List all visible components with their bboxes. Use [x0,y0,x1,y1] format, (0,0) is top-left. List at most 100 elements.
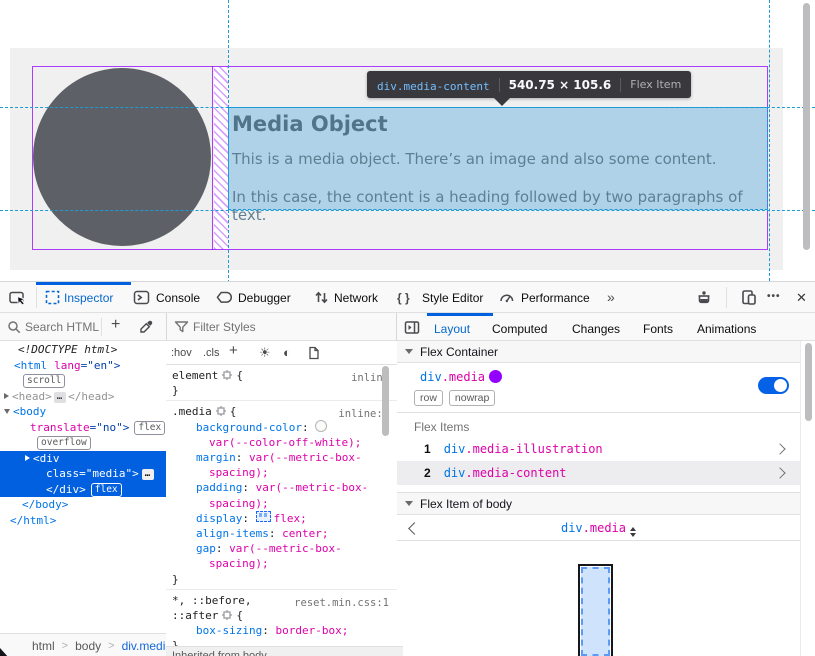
search-input[interactable]: Search HTML [25,320,99,334]
ellipsis-expander[interactable]: … [142,469,154,480]
tab-performance[interactable]: Performance [521,291,590,305]
rule-highlighter-icon[interactable] [222,370,232,380]
tooltip-divider [620,78,621,92]
twisty-icon[interactable] [4,393,9,399]
doctype-node[interactable]: <!DOCTYPE html> [0,342,166,358]
tab-layout[interactable]: Layout [434,322,470,336]
rules-scrollbar-thumb[interactable] [382,366,389,436]
network-icon [313,289,330,306]
light-theme-icon[interactable]: ☀ [259,345,271,361]
style-editor-icon: { } [397,291,410,305]
selected-div-media-node[interactable]: <div class="media">… </div>flex [0,451,166,498]
decl-margin[interactable]: marginvar(--metric-box-spacing); [172,450,389,480]
more-tools-chevron-icon[interactable]: » [607,289,615,305]
breadcrumb-body[interactable]: body [75,639,101,653]
decl-display[interactable]: displayflex; [172,511,389,526]
flex-badge[interactable]: flex [134,421,165,435]
tab-network[interactable]: Network [334,291,378,305]
tab-debugger[interactable]: Debugger [238,291,291,305]
print-media-icon[interactable] [307,346,320,360]
decl-box-sizing[interactable]: box-sizingborder-box; [172,623,389,638]
rule-source-link[interactable]: reset.min.css:1 [294,596,389,611]
sidebar-toggle-icon[interactable] [404,320,420,335]
rule-highlighter-icon[interactable] [216,406,226,416]
add-node-icon[interactable]: + [111,316,120,334]
breadcrumb-separator: > [62,640,68,652]
toolbar-separator [36,287,37,308]
decl-padding[interactable]: paddingvar(--metric-box-spacing); [172,480,389,510]
flex-toggle-icon[interactable] [256,511,271,522]
toggle-knob [774,379,787,392]
media-object-paragraph-1: This is a media object. There’s an image… [232,150,767,168]
overflow-badge[interactable]: overflow [37,436,91,450]
breadcrumb-div-media[interactable]: div.media [122,639,172,653]
filter-icon [174,320,189,334]
menu-icon[interactable]: ••• [767,291,781,302]
sidebar-scrollbar-thumb[interactable] [805,343,812,421]
tooltip-flex-item-label: Flex Item [630,78,681,91]
flex-container-selector[interactable]: div.media [420,370,485,384]
flex-item-diagram [578,564,613,656]
markup-search-row: Search HTML + [0,313,166,341]
class-toggle[interactable]: .cls [203,347,220,359]
decl-align-items[interactable]: align-itemscenter; [172,526,389,541]
scroll-badge[interactable]: scroll [23,374,65,388]
dark-theme-icon[interactable]: ◐ [283,345,291,360]
tab-changes[interactable]: Changes [572,322,620,336]
filter-styles-input[interactable]: Filter Styles [193,320,256,334]
active-sidebar-tab-indicator [427,313,493,316]
body-close-node[interactable]: </body> [0,497,166,513]
inherited-from-body-header: Inherited from body [166,646,403,656]
rules-toolbar: :hov .cls + ☀ ◐ [166,341,397,365]
flex-badge[interactable]: flex [91,483,122,497]
eyedropper-icon[interactable] [138,319,154,335]
tab-console[interactable]: Console [156,291,200,305]
node-picker-icon[interactable] [8,288,28,308]
css-rules-view: element{inline } .media{inline:5 backgro… [166,365,397,656]
tooltip-dimensions: 540.75 × 105.6 [509,78,612,92]
rule-highlighter-icon[interactable] [222,610,232,620]
browser-toolbox-icon[interactable] [694,288,714,308]
flex-container-section-header[interactable]: Flex Container [397,340,800,363]
tab-animations[interactable]: Animations [697,322,756,336]
devtools-toolbar: Inspector Console Debugger Network { } S… [0,282,815,313]
cursor-artifact [0,648,9,656]
add-rule-icon[interactable]: + [229,342,238,359]
body-attrs-row[interactable]: translate="no">flex [0,420,166,436]
tab-style-editor[interactable]: Style Editor [422,291,483,305]
decl-gap[interactable]: gapvar(--metric-box-spacing); [172,541,389,571]
responsive-design-icon[interactable] [739,288,759,308]
pseudo-class-toggle[interactable]: :hov [171,347,192,359]
close-icon[interactable]: ✕ [796,290,807,306]
css-rule-element[interactable]: element{inline } [166,365,397,401]
tab-fonts[interactable]: Fonts [643,322,673,336]
color-swatch[interactable] [315,420,327,432]
css-rule-media[interactable]: .media{inline:5 background-colorvar(--co… [166,401,397,589]
flex-item-of-body-section-header[interactable]: Flex Item of body [397,492,800,515]
tab-computed[interactable]: Computed [492,322,547,336]
flex-highlight-toggle[interactable] [758,377,789,394]
breadcrumb-html[interactable]: html [32,639,55,653]
overflow-badge-row: overflow [0,435,166,451]
filter-styles-row: Filter Styles [166,313,397,341]
tab-inspector[interactable]: Inspector [64,291,113,305]
twisty-icon[interactable] [25,455,30,461]
flex-item-row-1[interactable]: 1 div.media-illustration [397,437,800,461]
flex-item-row-2[interactable]: 2 div.media-content [397,461,800,485]
flex-item-selector[interactable]: div.media [397,521,800,537]
flex-items-label: Flex Items [414,420,469,434]
scroll-badge-row: scroll [0,373,166,389]
ellipsis-expander[interactable]: … [54,392,66,403]
page-scrollbar-thumb[interactable] [803,3,810,250]
breadcrumb-separator: > [108,640,114,652]
tooltip-selector: div.media-content [377,75,490,94]
head-node[interactable]: <head>…</head> [0,389,166,405]
html-close-node[interactable]: </html> [0,513,166,529]
html-node[interactable]: <htmllang="en"> [0,358,166,374]
flex-highlight-color-swatch[interactable] [489,370,502,383]
body-node[interactable]: <body [0,404,166,420]
decl-background-color[interactable]: background-colorvar(--color-off-white); [172,420,389,450]
active-tab-indicator [36,282,131,285]
devtools-panel: Inspector Console Debugger Network { } S… [0,281,815,656]
twisty-icon[interactable] [4,409,10,414]
